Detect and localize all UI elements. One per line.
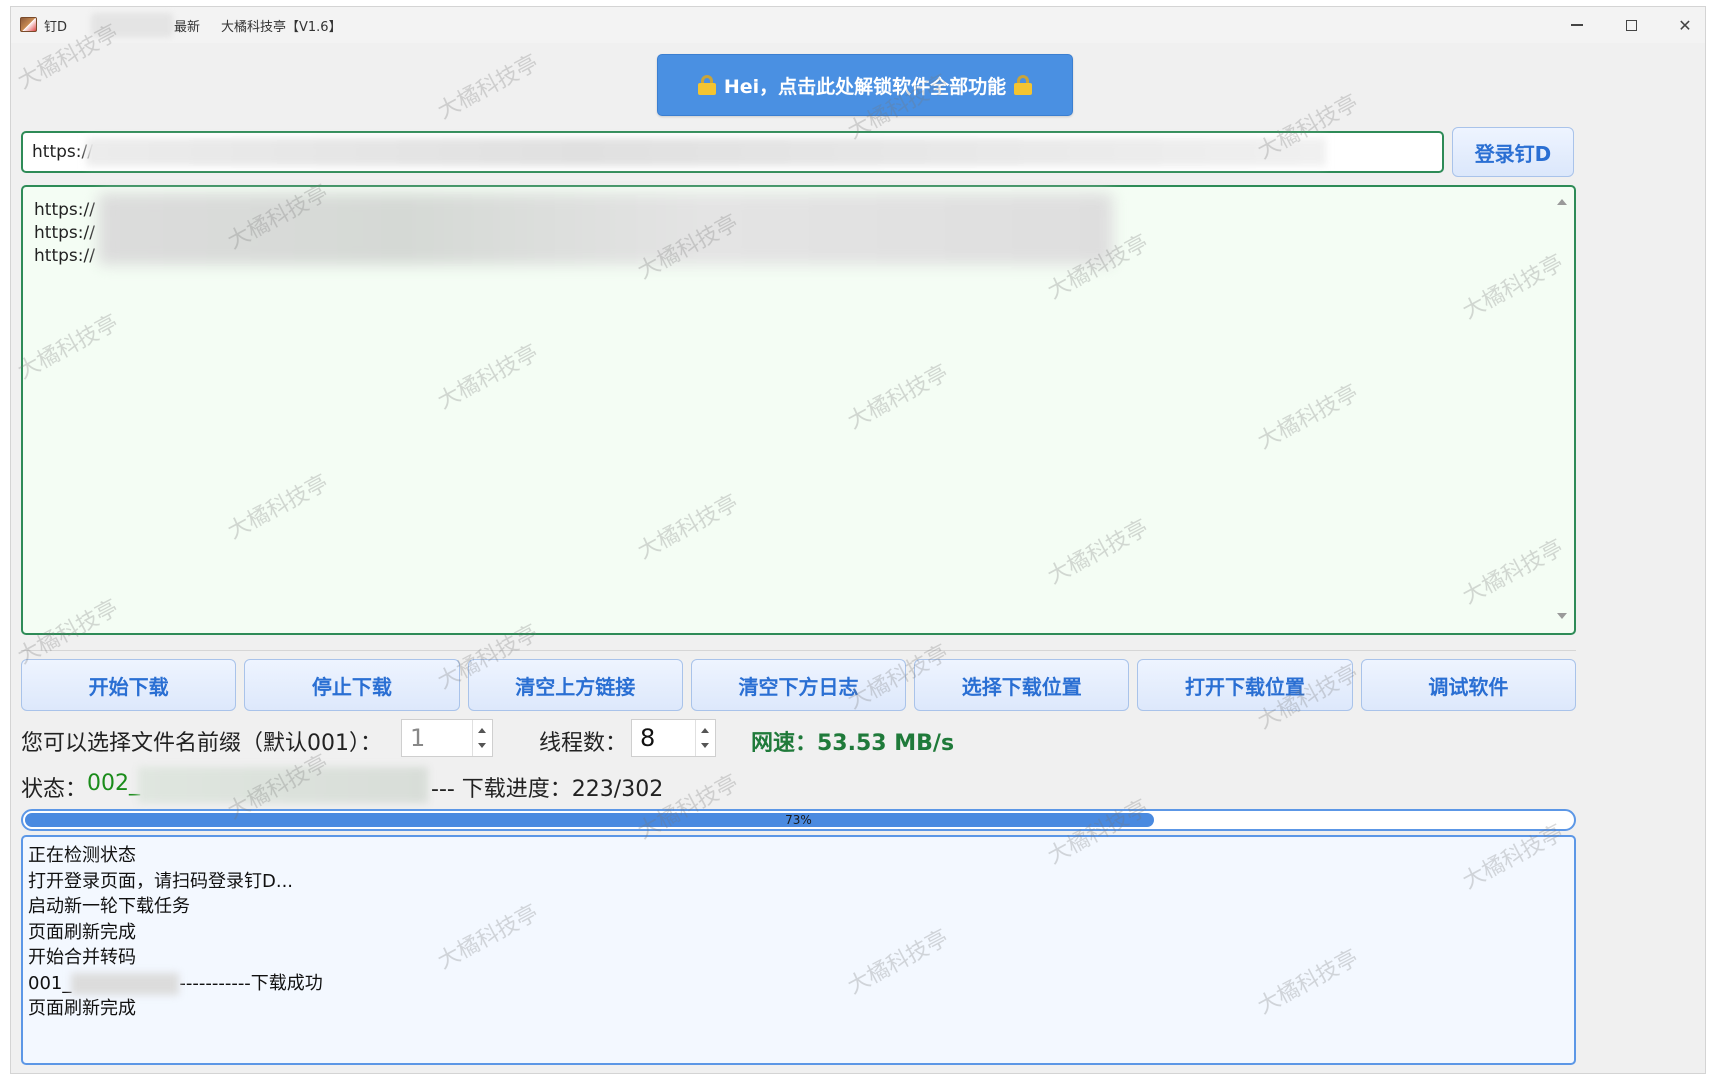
progress-bar: 73% (21, 809, 1576, 831)
maximize-icon (1625, 19, 1637, 31)
url-input-value: https:// (32, 142, 93, 162)
open-location-button[interactable]: 打开下载位置 (1137, 659, 1353, 711)
unlock-lock-icon-right (1014, 75, 1033, 95)
link-line: https:// (34, 200, 95, 220)
unlock-lock-icon (697, 75, 716, 95)
stepper-down-icon[interactable] (478, 743, 486, 748)
app-window: 钉D 最新 大橘科技亭【V1.6】 ✕ Hei，点击此处解锁软件全部功能 htt… (10, 6, 1706, 1074)
link-line: https:// (34, 223, 95, 243)
links-scrollbar[interactable] (1554, 191, 1570, 629)
url-input[interactable]: https:// (21, 131, 1444, 173)
prefix-spinbox[interactable]: 1 (401, 719, 493, 757)
debug-button[interactable]: 调试软件 (1360, 659, 1576, 711)
title-bar: 钉D 最新 大橘科技亭【V1.6】 ✕ (11, 7, 1705, 43)
redacted-title (91, 13, 173, 37)
divider (21, 650, 1576, 651)
minimize-button[interactable] (1551, 7, 1603, 43)
window-title-tag: 最新 (174, 20, 201, 35)
prefix-label: 您可以选择文件名前缀（默认001）： (21, 731, 382, 756)
redacted-status (138, 767, 428, 803)
redacted-url (86, 138, 1326, 166)
unlock-banner-button[interactable]: Hei，点击此处解锁软件全部功能 (657, 54, 1073, 116)
redacted-links (98, 193, 1113, 265)
clear-links-button[interactable]: 清空上方链接 (467, 659, 683, 711)
threads-value: 8 (640, 724, 656, 752)
stepper-up-icon[interactable] (701, 728, 709, 733)
threads-stepper[interactable] (695, 720, 715, 756)
links-list: https:// https:// https:// (34, 199, 95, 268)
log-line: 页面刷新完成 (28, 998, 136, 1019)
clear-log-button[interactable]: 清空下方日志 (690, 659, 907, 711)
login-button[interactable]: 登录钉D (1452, 127, 1574, 177)
window-title: 大橘科技亭【V1.6】 (221, 20, 342, 35)
stepper-down-icon[interactable] (701, 743, 709, 748)
app-logo-icon (20, 17, 37, 32)
log-textarea[interactable]: 正在检测状态 打开登录页面，请扫码登录钉D... 启动新一轮下载任务 页面刷新完… (21, 835, 1576, 1065)
scroll-up-icon[interactable] (1557, 199, 1567, 205)
maximize-button[interactable] (1605, 7, 1657, 43)
network-speed: 网速：53.53 MB/s (751, 731, 955, 756)
link-line: https:// (34, 246, 95, 266)
window-app-name: 钉D (44, 20, 68, 35)
links-textarea[interactable]: https:// https:// https:// (21, 185, 1576, 635)
prefix-stepper[interactable] (472, 720, 492, 756)
action-button-row: 开始下载 停止下载 清空上方链接 清空下方日志 选择下载位置 打开下载位置 调试… (21, 659, 1576, 713)
choose-location-button[interactable]: 选择下载位置 (914, 659, 1130, 711)
unlock-banner-text: Hei，点击此处解锁软件全部功能 (723, 75, 1007, 98)
log-line-suffix: -----------下载成功 (179, 972, 323, 994)
minimize-icon (1571, 24, 1583, 26)
scroll-down-icon[interactable] (1557, 613, 1567, 619)
download-progress-text: --- 下载进度：223/302 (431, 777, 664, 802)
scroll-thumb[interactable] (1560, 211, 1564, 611)
watermark: 大橘科技亭 (433, 50, 543, 125)
status-value: 002_ (87, 771, 140, 796)
redacted-filename (71, 972, 180, 995)
log-line: 开始合并转码 (28, 947, 136, 968)
threads-label: 线程数： (539, 731, 628, 756)
prefix-value: 1 (410, 724, 426, 752)
log-line: 页面刷新完成 (28, 921, 136, 943)
log-line: 001_ -----------下载成功 (28, 971, 1574, 997)
log-line: 正在检测状态 (28, 845, 136, 866)
threads-spinbox[interactable]: 8 (631, 719, 716, 757)
close-icon: ✕ (1678, 15, 1692, 35)
stop-download-button[interactable]: 停止下载 (244, 659, 460, 711)
log-line: 打开登录页面，请扫码登录钉D... (28, 870, 294, 892)
progress-label: 73% (785, 813, 812, 827)
stepper-up-icon[interactable] (478, 728, 486, 733)
start-download-button[interactable]: 开始下载 (21, 659, 237, 711)
status-label: 状态： (21, 777, 88, 802)
close-button[interactable]: ✕ (1659, 7, 1705, 43)
log-line-prefix: 001_ (28, 972, 72, 994)
log-line: 启动新一轮下载任务 (28, 896, 190, 917)
